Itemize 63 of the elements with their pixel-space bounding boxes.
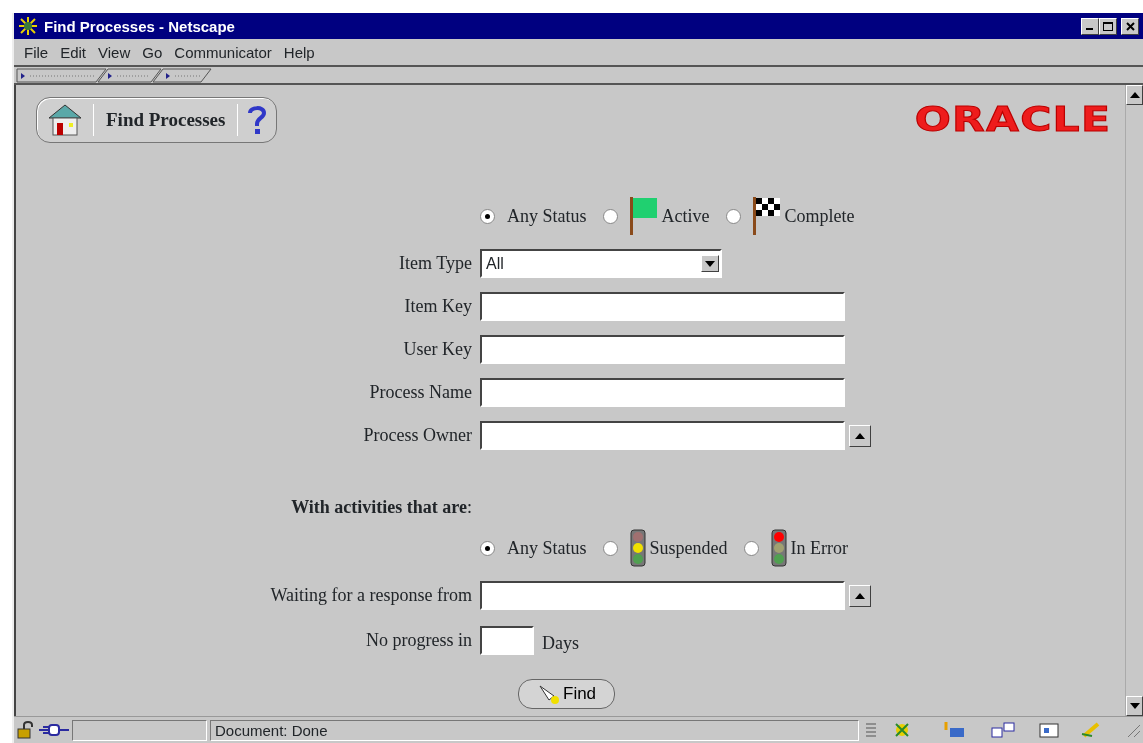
scroll-up-button[interactable]	[1126, 85, 1143, 105]
field-label: Item Type	[398, 252, 472, 275]
menu-item[interactable]: Edit	[56, 43, 91, 61]
text-field[interactable]	[480, 378, 845, 407]
field-label: Waiting for a response from	[269, 584, 472, 607]
traffic-light-icon	[629, 529, 646, 567]
caret-down-icon	[1129, 703, 1140, 709]
menu-item[interactable]: Go	[138, 43, 167, 61]
checkered-flag-icon	[752, 197, 781, 235]
dropdown-value: All	[486, 254, 504, 273]
radio-label: Active	[661, 204, 710, 228]
menu-item[interactable]: View	[94, 43, 135, 61]
unit-label: Days	[542, 632, 579, 655]
menu-item[interactable]: Help	[279, 43, 319, 61]
radio-label: Suspended	[649, 536, 728, 560]
radio-button[interactable]	[602, 540, 618, 556]
radio-button[interactable]	[602, 208, 618, 224]
radio-label: Any Status	[507, 536, 587, 560]
field-label: No progress in	[365, 629, 472, 652]
window-title: Find Processes - Netscape	[44, 17, 236, 35]
radio-label: Any Status	[507, 204, 587, 228]
status-text: Document: Done	[210, 719, 859, 741]
lock-icon[interactable]	[16, 721, 36, 739]
radio-button[interactable]	[480, 208, 495, 224]
days-field[interactable]	[480, 626, 534, 655]
dropdown-field[interactable]: All	[480, 249, 722, 278]
caret-up-icon	[855, 432, 865, 439]
connection-icon[interactable]	[39, 723, 69, 737]
close-button[interactable]	[1121, 17, 1139, 35]
text-field[interactable]	[480, 581, 845, 610]
radio-button[interactable]	[480, 540, 495, 556]
minimize-button[interactable]	[1081, 17, 1099, 35]
scroll-down-button[interactable]	[1126, 696, 1143, 716]
field-label: User Key	[402, 338, 472, 361]
section-heading: With activities that are:	[290, 496, 472, 519]
text-field[interactable]	[480, 421, 845, 450]
maximize-icon	[1103, 21, 1113, 31]
caret-up-icon	[1129, 92, 1140, 98]
field-label: Process Name	[368, 381, 472, 404]
lookup-button[interactable]	[849, 424, 871, 447]
radio-label: Complete	[784, 204, 855, 228]
caret-down-icon	[705, 260, 715, 267]
field-label: Process Owner	[362, 424, 472, 447]
page-title: Find Processes	[105, 107, 227, 132]
radio-button[interactable]	[725, 208, 741, 224]
maximize-button[interactable]	[1099, 17, 1117, 35]
resize-grip-icon[interactable]	[1125, 722, 1141, 738]
menu-item[interactable]: Communicator	[170, 43, 276, 61]
flag-icon	[629, 197, 658, 235]
radio-label: In Error	[790, 536, 848, 560]
field-label: Item Key	[403, 295, 472, 318]
logo: ORACLE	[914, 99, 1111, 139]
lookup-button[interactable]	[849, 584, 871, 607]
app-icon	[18, 16, 38, 36]
radio-button[interactable]	[743, 540, 759, 556]
menu-item[interactable]: File	[20, 43, 53, 61]
text-field[interactable]	[480, 335, 845, 364]
text-field[interactable]	[480, 292, 845, 321]
traffic-light-icon	[770, 529, 787, 567]
caret-up-icon	[855, 592, 865, 599]
help-icon	[246, 104, 269, 136]
close-icon	[1125, 21, 1135, 31]
find-button[interactable]: Find	[518, 679, 616, 709]
